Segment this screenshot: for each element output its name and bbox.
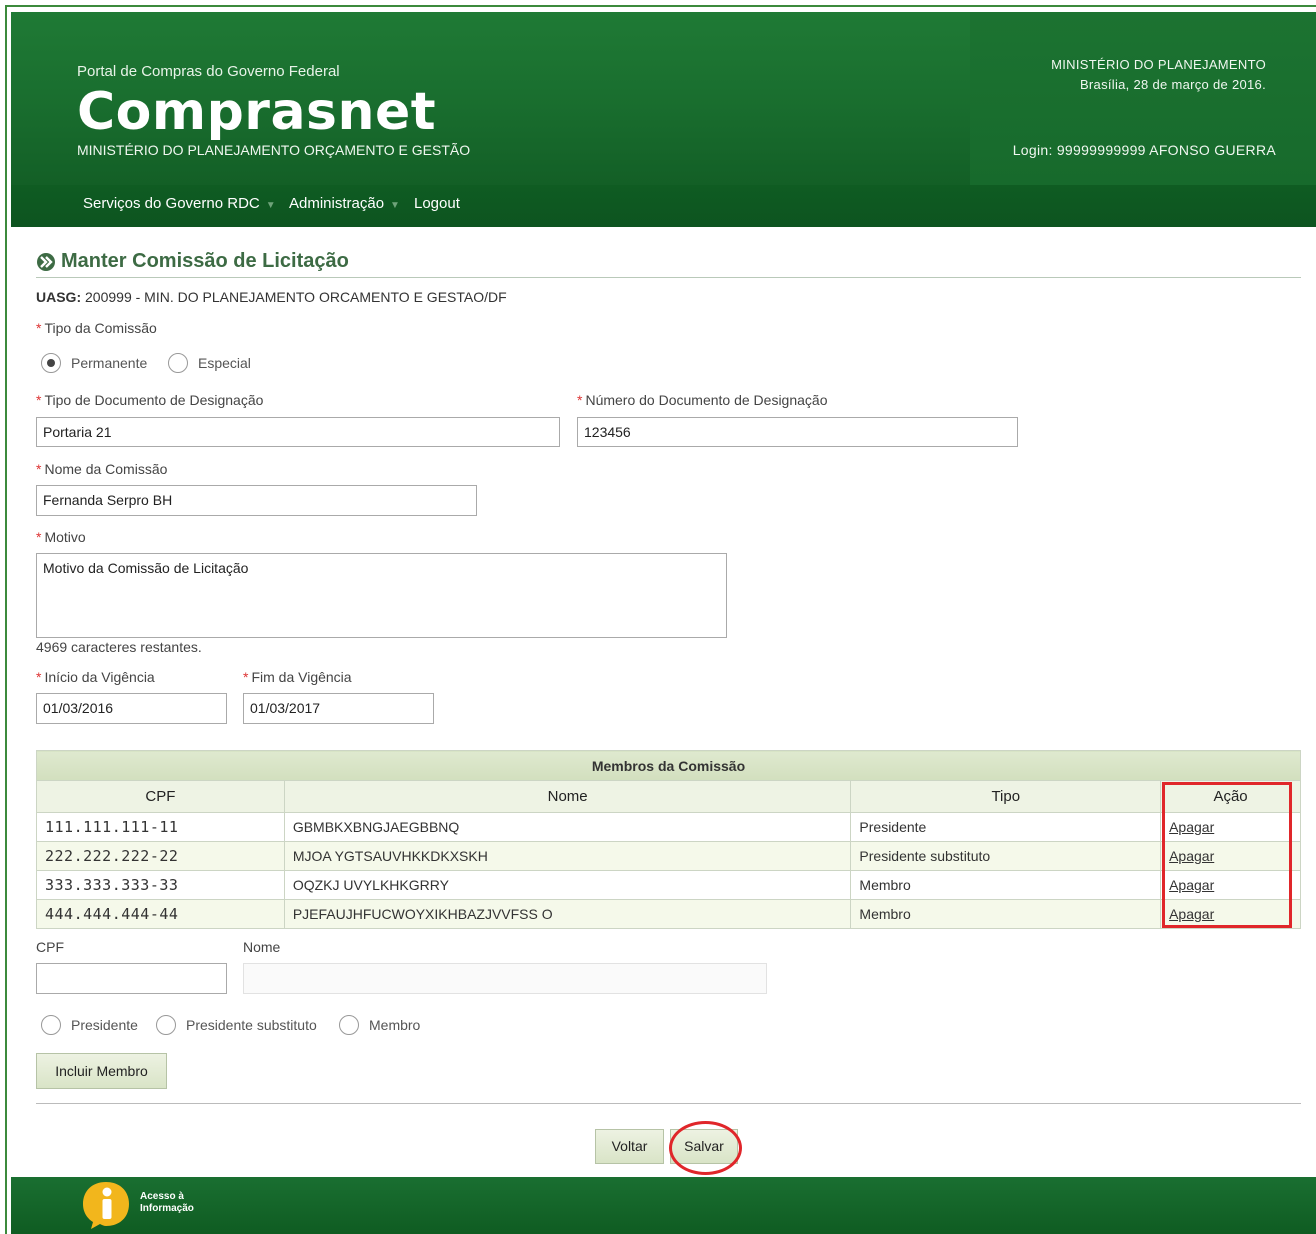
cell-tipo: Presidente — [850, 812, 1162, 842]
cell-nome: OQZKJ UVYLKHKGRRY — [283, 870, 852, 900]
radio-unchecked-icon — [339, 1015, 359, 1035]
nome-comissao-label: * Nome da Comissão — [36, 461, 168, 477]
cell-cpf: 222.222.222-22 — [36, 841, 285, 871]
num-doc-label: * Número do Documento de Designação — [577, 392, 828, 408]
tipo-comissao-label-text: Tipo da Comissão — [44, 320, 157, 336]
radio-presidente-substituto-label: Presidente substituto — [186, 1017, 317, 1033]
nome-comissao-label-text: Nome da Comissão — [44, 461, 168, 477]
header-user-panel — [970, 12, 1316, 185]
cell-cpf: 111.111.111-11 — [36, 812, 285, 842]
uasg-value: 200999 - MIN. DO PLANEJAMENTO ORCAMENTO … — [85, 289, 507, 305]
motivo-label-text: Motivo — [44, 529, 86, 545]
motivo-label: * Motivo — [36, 529, 86, 545]
col-header-tipo: Tipo — [850, 780, 1162, 813]
cell-cpf: 444.444.444-44 — [36, 899, 285, 929]
table-row: 111.111.111-11 GBMBKXBNGJAEGBBNQ Preside… — [36, 812, 1301, 842]
double-chevron-icon — [37, 253, 55, 271]
acesso-informacao-label[interactable]: Acesso à Informação — [140, 1191, 194, 1215]
login-info: Login: 99999999999 AFONSO GUERRA — [1012, 142, 1276, 158]
page-title: Manter Comissão de Licitação — [61, 250, 349, 272]
new-cpf-input[interactable] — [36, 963, 227, 994]
main-navbar: Serviços do Governo RDC ▼ Administração ▼ … — [11, 185, 1316, 227]
fim-vigencia-label-text: Fim da Vigência — [251, 669, 352, 685]
uasg-label: UASG: — [36, 289, 82, 305]
chevron-down-icon: ▼ — [265, 200, 276, 211]
members-table: Membros da Comissão CPF Nome Tipo Ação 1… — [36, 750, 1301, 929]
table-row: 333.333.333-33 OQZKJ UVYLKHKGRRY Membro … — [36, 870, 1301, 900]
cell-cpf: 333.333.333-33 — [36, 870, 285, 900]
incluir-membro-button[interactable]: Incluir Membro — [36, 1053, 167, 1089]
inicio-vigencia-label: * Início da Vigência — [36, 669, 155, 685]
radio-permanente-label: Permanente — [71, 355, 148, 371]
radio-especial[interactable]: Especial — [168, 353, 251, 373]
tipo-doc-label: * Tipo de Documento de Designação — [36, 392, 264, 408]
cell-tipo: Membro — [850, 870, 1162, 900]
col-header-nome: Nome — [283, 780, 852, 813]
ministry-name: MINISTÉRIO DO PLANEJAMENTO ORÇAMENTO E G… — [77, 142, 471, 158]
tipo-comissao-label: * Tipo da Comissão — [36, 320, 157, 336]
portal-subtitle: Portal de Compras do Governo Federal — [77, 63, 340, 80]
info-icon[interactable] — [80, 1179, 132, 1231]
nav-logout[interactable]: Logout — [414, 195, 460, 212]
num-doc-label-text: Número do Documento de Designação — [585, 392, 828, 408]
footer-bar — [11, 1177, 1316, 1234]
nav-administracao-label: Administração — [289, 195, 385, 212]
page-title-bar: Manter Comissão de Licitação — [36, 250, 1301, 278]
salvar-highlight-circle — [669, 1121, 742, 1175]
radio-unchecked-icon — [156, 1015, 176, 1035]
voltar-button[interactable]: Voltar — [595, 1129, 664, 1164]
num-doc-input[interactable]: 123456 — [577, 417, 1018, 447]
radio-unchecked-icon — [168, 353, 188, 373]
header-right-info: MINISTÉRIO DO PLANEJAMENTO Brasília, 28 … — [1051, 55, 1266, 95]
inicio-vigencia-input[interactable]: 01/03/2016 — [36, 693, 227, 724]
radio-presidente-label: Presidente — [71, 1017, 138, 1033]
fim-vigencia-label: * Fim da Vigência — [243, 669, 352, 685]
right-ministry: MINISTÉRIO DO PLANEJAMENTO — [1051, 57, 1266, 72]
table-row: 444.444.444-44 PJEFAUJHFUCWOYXIKHBAZJVVF… — [36, 899, 1301, 929]
current-date: Brasília, 28 de março de 2016. — [1079, 77, 1266, 92]
divider — [36, 1103, 1301, 1104]
fim-vigencia-input[interactable]: 01/03/2017 — [243, 693, 434, 724]
radio-especial-label: Especial — [198, 355, 251, 371]
new-nome-label: Nome — [243, 939, 281, 955]
nav-servicos[interactable]: Serviços do Governo RDC ▼ — [83, 195, 276, 212]
chevron-down-icon: ▼ — [390, 200, 400, 211]
tipo-doc-label-text: Tipo de Documento de Designação — [44, 392, 264, 408]
tipo-doc-input[interactable]: Portaria 21 — [36, 417, 560, 447]
new-cpf-label: CPF — [36, 939, 64, 955]
radio-checked-icon — [41, 353, 61, 373]
chars-remaining: 4969 caracteres restantes. — [36, 639, 202, 655]
radio-membro-label: Membro — [369, 1017, 421, 1033]
radio-presidente-substituto[interactable]: Presidente substituto — [156, 1015, 317, 1035]
radio-unchecked-icon — [41, 1015, 61, 1035]
cell-nome: GBMBKXBNGJAEGBBNQ — [283, 812, 852, 842]
brand-logo-text[interactable]: Comprasnet — [77, 82, 436, 142]
uasg-info: UASG: 200999 - MIN. DO PLANEJAMENTO ORCA… — [36, 289, 507, 305]
members-caption: Membros da Comissão — [36, 750, 1301, 781]
cell-nome: MJOA YGTSAUVHKKDKXSKH — [283, 841, 852, 871]
nav-administracao[interactable]: Administração ▼ — [289, 195, 400, 212]
radio-presidente[interactable]: Presidente — [41, 1015, 138, 1035]
new-nome-input — [243, 963, 767, 994]
inicio-vigencia-label-text: Início da Vigência — [44, 669, 155, 685]
col-header-cpf: CPF — [36, 780, 285, 813]
nome-comissao-input[interactable]: Fernanda Serpro BH — [36, 485, 477, 516]
motivo-textarea[interactable]: Motivo da Comissão de Licitação — [36, 553, 727, 638]
cell-tipo: Presidente substituto — [850, 841, 1162, 871]
table-row: 222.222.222-22 MJOA YGTSAUVHKKDKXSKH Pre… — [36, 841, 1301, 871]
nav-servicos-label: Serviços do Governo RDC — [83, 195, 260, 212]
radio-membro[interactable]: Membro — [339, 1015, 420, 1035]
acesso-line2: Informação — [140, 1203, 194, 1214]
radio-permanente[interactable]: Permanente — [41, 353, 147, 373]
acao-highlight-box — [1162, 782, 1292, 928]
cell-nome: PJEFAUJHFUCWOYXIKHBAZJVVFSS O — [283, 899, 852, 929]
acesso-line1: Acesso à — [140, 1191, 184, 1202]
cell-tipo: Membro — [850, 899, 1162, 929]
